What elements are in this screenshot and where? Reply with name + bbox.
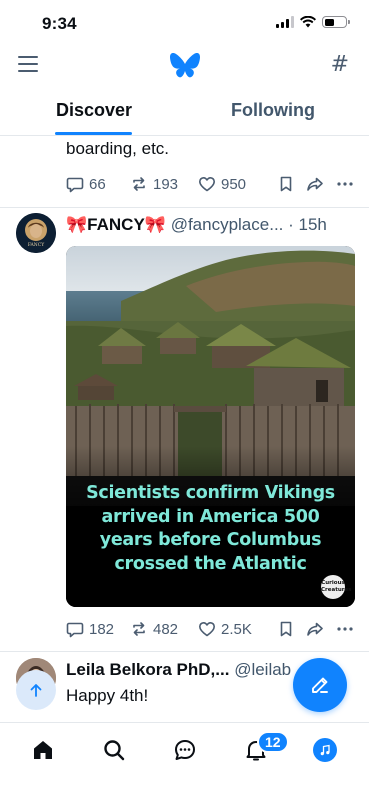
post-image[interactable]: Scientists confirm Vikings arrived in Am… bbox=[66, 246, 355, 607]
image-caption: Scientists confirm Vikings arrived in Am… bbox=[86, 483, 335, 574]
notification-badge: 12 bbox=[257, 731, 289, 753]
post-header: 🎀FANCY🎀 @fancyplace... · 15h bbox=[66, 215, 356, 235]
reply-button[interactable]: 66 bbox=[66, 175, 130, 193]
feed-tabs: Discover Following bbox=[0, 92, 369, 136]
svg-text:FANCY: FANCY bbox=[28, 242, 45, 248]
repost-icon bbox=[133, 177, 145, 191]
feed[interactable]: boarding, etc. 66 193 950 FANCY 🎀FANCY🎀 … bbox=[0, 137, 369, 722]
reply-icon bbox=[66, 622, 84, 638]
post-actions: 182 482 2.5K bbox=[66, 618, 356, 640]
hash-icon[interactable]: # bbox=[331, 52, 349, 77]
butterfly-logo-icon bbox=[170, 53, 200, 78]
bookmark-button[interactable] bbox=[278, 620, 306, 638]
share-button[interactable] bbox=[306, 620, 336, 638]
post-time: · 15h bbox=[288, 215, 327, 234]
reply-button[interactable]: 182 bbox=[66, 620, 130, 638]
pencil-icon bbox=[312, 677, 328, 693]
avatar[interactable]: FANCY bbox=[16, 213, 56, 253]
scroll-to-top-button[interactable] bbox=[16, 670, 56, 710]
author-handle[interactable]: @fancyplace... bbox=[171, 215, 284, 234]
post-actions: 66 193 950 bbox=[66, 173, 356, 195]
nav-chat[interactable] bbox=[172, 737, 198, 763]
like-button[interactable]: 950 bbox=[198, 175, 278, 193]
bookmark-icon bbox=[280, 176, 292, 192]
bottom-nav: 12 bbox=[0, 722, 369, 800]
top-app-bar: # bbox=[0, 44, 369, 88]
repost-button[interactable]: 482 bbox=[130, 620, 198, 638]
signal-icon bbox=[276, 16, 294, 28]
status-bar: 9:34 bbox=[0, 0, 369, 44]
bookmark-button[interactable] bbox=[278, 175, 306, 193]
repost-icon bbox=[133, 622, 145, 636]
like-count: 950 bbox=[221, 175, 247, 193]
post-text-line: boarding, etc. bbox=[66, 139, 170, 158]
repost-button[interactable]: 193 bbox=[130, 175, 198, 193]
search-icon bbox=[104, 740, 125, 761]
home-icon bbox=[34, 741, 52, 759]
wifi-icon bbox=[300, 16, 316, 28]
more-options-button[interactable] bbox=[336, 620, 356, 638]
share-icon bbox=[307, 177, 323, 191]
heart-icon bbox=[199, 177, 215, 192]
share-button[interactable] bbox=[306, 175, 336, 193]
fancy-avatar-art: FANCY bbox=[16, 213, 56, 253]
nav-search[interactable] bbox=[101, 737, 127, 763]
reply-count: 182 bbox=[89, 620, 115, 638]
more-options-button[interactable] bbox=[336, 175, 356, 193]
music-note-icon bbox=[320, 744, 330, 756]
post-divider bbox=[0, 651, 369, 652]
repost-count: 193 bbox=[153, 175, 179, 193]
watermark-logo: Curious Creatures bbox=[321, 575, 351, 599]
reply-icon bbox=[66, 177, 84, 193]
status-time: 9:34 bbox=[42, 14, 77, 33]
post-text: Happy 4th! bbox=[66, 686, 149, 705]
nav-home[interactable] bbox=[30, 737, 56, 763]
battery-icon bbox=[322, 16, 350, 28]
active-tab-indicator bbox=[55, 132, 132, 135]
arrow-up-icon bbox=[30, 684, 42, 697]
tab-following[interactable]: Following bbox=[231, 100, 315, 121]
author-name[interactable]: Leila Belkora PhD,... bbox=[66, 660, 229, 679]
tab-discover[interactable]: Discover bbox=[56, 100, 132, 121]
bookmark-icon bbox=[280, 621, 292, 637]
author-name[interactable]: 🎀FANCY🎀 bbox=[66, 215, 166, 234]
menu-icon[interactable] bbox=[18, 56, 38, 74]
repost-count: 482 bbox=[153, 620, 179, 638]
share-icon bbox=[307, 622, 323, 636]
like-button[interactable]: 2.5K bbox=[198, 620, 278, 638]
more-icon bbox=[337, 182, 353, 186]
chat-icon bbox=[175, 740, 195, 760]
reply-count: 66 bbox=[89, 175, 106, 193]
like-count: 2.5K bbox=[221, 620, 252, 638]
compose-post-button[interactable] bbox=[293, 658, 347, 712]
more-icon bbox=[337, 627, 353, 631]
post-text: boarding, etc. bbox=[66, 137, 169, 161]
status-icons bbox=[276, 16, 350, 28]
post-divider bbox=[0, 207, 369, 208]
heart-icon bbox=[199, 622, 215, 637]
author-handle[interactable]: @leilab bbox=[234, 660, 291, 679]
profile-avatar[interactable] bbox=[313, 738, 337, 762]
